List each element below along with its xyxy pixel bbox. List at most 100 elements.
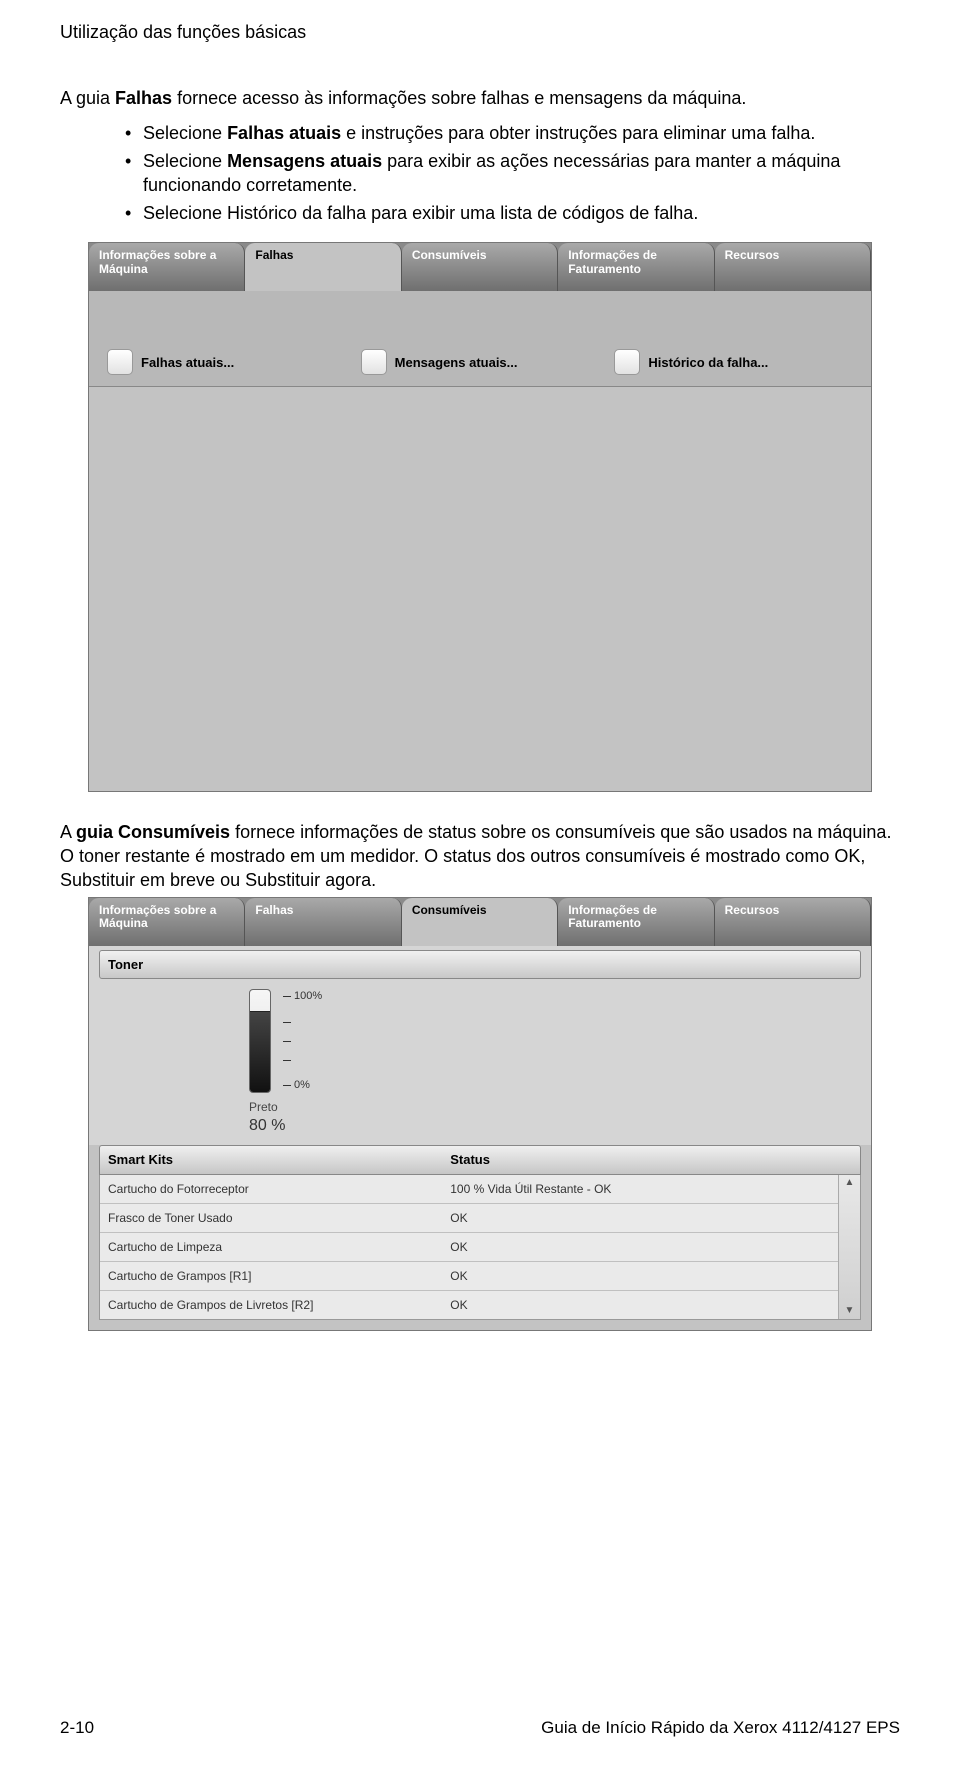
toner-section: Toner 100% 0% Preto 80 % — [89, 946, 871, 1145]
toner-header: Toner — [99, 950, 861, 980]
smartkits-body: Cartucho do Fotorreceptor 100 % Vida Úti… — [99, 1175, 861, 1321]
mensagens-atuais-button[interactable] — [361, 349, 387, 375]
tab-recursos[interactable]: Recursos — [715, 243, 871, 291]
dash-icon — [283, 1060, 291, 1061]
toggle-label: Falhas atuais... — [141, 354, 234, 372]
mensagens-atuais-item: Mensagens atuais... — [361, 339, 600, 386]
scrollbar[interactable]: ▲ ▼ — [838, 1175, 860, 1320]
page-footer: 2-10 Guia de Início Rápido da Xerox 4112… — [60, 1717, 900, 1740]
smartkits-header: Smart Kits Status — [99, 1145, 861, 1175]
tab-label: Informações sobre a Máquina — [99, 904, 236, 932]
tab-faturamento[interactable]: Informações de Faturamento — [558, 898, 714, 946]
dash-icon — [283, 1022, 291, 1023]
toner-percent: 80 % — [249, 1115, 861, 1137]
screenshot-consumiveis: Informações sobre a Máquina Falhas Consu… — [88, 897, 872, 1332]
tick-label: 0% — [294, 1078, 310, 1093]
toner-ticks: 100% 0% — [283, 989, 322, 1093]
intro-prefix: A guia — [60, 88, 115, 108]
tick-mid3 — [283, 1060, 322, 1061]
tab-consumiveis[interactable]: Consumíveis — [402, 243, 558, 291]
bullet-list: Selecione Falhas atuais e instruções par… — [60, 121, 900, 226]
intro-bold: Falhas — [115, 88, 172, 108]
tab-label: Consumíveis — [412, 249, 487, 263]
sk-status: OK — [450, 1239, 852, 1255]
sk-status: OK — [450, 1210, 852, 1226]
toggle-label: Mensagens atuais... — [395, 354, 518, 372]
sk-col-status: Status — [450, 1151, 852, 1169]
tab-label: Informações sobre a Máquina — [99, 249, 236, 277]
dash-icon — [283, 1041, 291, 1042]
table-row: Frasco de Toner Usado OK — [100, 1204, 860, 1233]
tab-label: Falhas — [255, 249, 293, 263]
toggle-label: Histórico da falha... — [648, 354, 768, 372]
tab-bar: Informações sobre a Máquina Falhas Consu… — [89, 898, 871, 946]
list-item: Selecione Mensagens atuais para exibir a… — [125, 149, 900, 198]
tab-recursos[interactable]: Recursos — [715, 898, 871, 946]
para2-bold: guia Consumíveis — [76, 822, 230, 842]
page-number: 2-10 — [60, 1717, 94, 1740]
tab-bar: Informações sobre a Máquina Falhas Consu… — [89, 243, 871, 291]
bullet-bold: Falhas atuais — [227, 123, 341, 143]
para2-prefix: A — [60, 822, 76, 842]
table-row: Cartucho de Limpeza OK — [100, 1233, 860, 1262]
sk-name: Cartucho de Grampos de Livretos [R2] — [108, 1297, 450, 1313]
bullet-bold: Mensagens atuais — [227, 151, 382, 171]
sk-col-name: Smart Kits — [108, 1151, 450, 1169]
tab-falhas[interactable]: Falhas — [245, 898, 401, 946]
list-item: Selecione Falhas atuais e instruções par… — [125, 121, 900, 145]
toner-body: 100% 0% — [99, 985, 861, 1099]
intro-paragraph: A guia Falhas fornece acesso às informaç… — [60, 86, 900, 110]
historico-falha-item: Histórico da falha... — [614, 339, 853, 386]
tab-label: Consumíveis — [412, 904, 487, 918]
sk-status: OK — [450, 1297, 852, 1313]
tab-label: Recursos — [725, 904, 780, 918]
consumables-paragraph: A guia Consumíveis fornece informações d… — [60, 820, 900, 893]
tick-100: 100% — [283, 989, 322, 1004]
scroll-up-icon[interactable]: ▲ — [845, 1178, 855, 1188]
scroll-down-icon[interactable]: ▼ — [845, 1306, 855, 1316]
falhas-atuais-item: Falhas atuais... — [107, 339, 346, 386]
tick-0: 0% — [283, 1078, 322, 1093]
tab-faturamento[interactable]: Informações de Faturamento — [558, 243, 714, 291]
tab-informacoes-maquina[interactable]: Informações sobre a Máquina — [89, 898, 245, 946]
bullet-pre: Selecione — [143, 151, 227, 171]
sk-status: OK — [450, 1268, 852, 1284]
historico-falha-button[interactable] — [614, 349, 640, 375]
tab-label: Recursos — [725, 249, 780, 263]
page-section-header: Utilização das funções básicas — [60, 20, 900, 44]
tab-consumiveis[interactable]: Consumíveis — [402, 898, 558, 946]
footer-title: Guia de Início Rápido da Xerox 4112/4127… — [541, 1717, 900, 1740]
toner-fill — [250, 1011, 270, 1093]
smartkits-section: Smart Kits Status Cartucho do Fotorrecep… — [99, 1145, 861, 1320]
tab-falhas[interactable]: Falhas — [245, 243, 401, 291]
tick-label: 100% — [294, 989, 322, 1004]
panel-body: Falhas atuais... Mensagens atuais... His… — [89, 291, 871, 791]
bullet-pre: Selecione — [143, 123, 227, 143]
tab-label: Falhas — [255, 904, 293, 918]
sk-name: Cartucho do Fotorreceptor — [108, 1181, 450, 1197]
list-item: Selecione Histórico da falha para exibir… — [125, 201, 900, 225]
toner-label-col: Preto 80 % — [249, 1099, 861, 1141]
dash-icon — [283, 1085, 291, 1086]
tick-mid2 — [283, 1041, 322, 1042]
falhas-atuais-button[interactable] — [107, 349, 133, 375]
tab-label: Informações de Faturamento — [568, 904, 705, 932]
bullet-pre: Selecione Histórico da falha para exibir… — [143, 203, 698, 223]
toner-color-label: Preto — [249, 1099, 861, 1115]
tick-mid1 — [283, 1022, 322, 1023]
toner-gauge — [249, 989, 271, 1093]
sk-name: Frasco de Toner Usado — [108, 1210, 450, 1226]
fault-buttons-row: Falhas atuais... Mensagens atuais... His… — [89, 291, 871, 387]
table-row: Cartucho do Fotorreceptor 100 % Vida Úti… — [100, 1175, 860, 1204]
table-row: Cartucho de Grampos de Livretos [R2] OK — [100, 1291, 860, 1319]
screenshot-falhas: Informações sobre a Máquina Falhas Consu… — [88, 242, 872, 792]
sk-status: 100 % Vida Útil Restante - OK — [450, 1181, 852, 1197]
table-row: Cartucho de Grampos [R1] OK — [100, 1262, 860, 1291]
tab-label: Informações de Faturamento — [568, 249, 705, 277]
sk-name: Cartucho de Grampos [R1] — [108, 1268, 450, 1284]
tab-informacoes-maquina[interactable]: Informações sobre a Máquina — [89, 243, 245, 291]
intro-suffix: fornece acesso às informações sobre falh… — [172, 88, 746, 108]
bullet-post: e instruções para obter instruções para … — [341, 123, 815, 143]
dash-icon — [283, 996, 291, 997]
sk-name: Cartucho de Limpeza — [108, 1239, 450, 1255]
